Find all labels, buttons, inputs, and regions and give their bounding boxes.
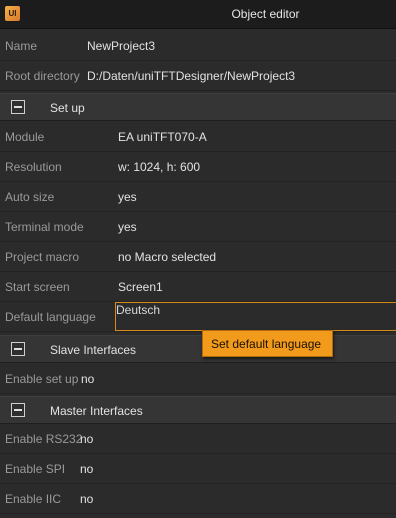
default-language-tooltip: Set default language [202,330,333,357]
resolution-row[interactable]: Resolution w: 1024, h: 600 [0,152,396,182]
module-value[interactable]: EA uniTFT070-A [118,130,207,144]
root-directory-row[interactable]: Root directory D:/Daten/uniTFTDesigner/N… [0,61,396,91]
tooltip-text: Set default language [211,337,322,351]
terminal-mode-value[interactable]: yes [118,220,137,234]
master-interfaces-header[interactable]: Master Interfaces [0,396,396,424]
terminal-mode-label: Terminal mode [5,220,84,234]
enable-setup-value[interactable]: no [81,372,94,386]
title-bar: UI Object editor [0,0,396,29]
enable-setup-label: Enable set up [5,372,79,386]
name-value[interactable]: NewProject3 [87,39,155,53]
enable-spi-label: Enable SPI [5,462,66,476]
collapse-icon[interactable] [11,342,25,356]
name-label: Name [5,39,38,53]
root-directory-value[interactable]: D:/Daten/uniTFTDesigner/NewProject3 [87,69,295,83]
slave-interfaces-title: Slave Interfaces [50,343,137,357]
enable-rs232-value[interactable]: no [80,432,93,446]
setup-section-header[interactable]: Set up [0,93,396,121]
slave-interfaces-header[interactable]: Slave Interfaces [0,335,396,363]
name-row[interactable]: Name NewProject3 [0,31,396,61]
terminal-mode-row[interactable]: Terminal mode yes [0,212,396,242]
enable-iic-value[interactable]: no [80,492,93,506]
auto-size-value[interactable]: yes [118,190,137,204]
master-interfaces-title: Master Interfaces [50,404,143,418]
enable-rs232-row[interactable]: Enable RS232 no [0,424,396,454]
default-language-label: Default language [5,310,96,324]
module-row[interactable]: Module EA uniTFT070-A [0,122,396,152]
collapse-icon[interactable] [11,100,25,114]
collapse-icon[interactable] [11,403,25,417]
enable-iic-row[interactable]: Enable IIC no [0,484,396,514]
auto-size-label: Auto size [5,190,55,204]
default-language-select[interactable]: Deutsch [115,302,396,331]
project-macro-label: Project macro [5,250,80,264]
enable-iic-label: Enable IIC [5,492,62,506]
enable-spi-value[interactable]: no [80,462,93,476]
enable-setup-row[interactable]: Enable set up no [0,364,396,394]
module-label: Module [5,130,45,144]
default-language-value: Deutsch [116,303,161,317]
enable-rs232-label: Enable RS232 [5,432,83,446]
resolution-label: Resolution [5,160,62,174]
project-macro-value[interactable]: no Macro selected [118,250,216,264]
auto-size-row[interactable]: Auto size yes [0,182,396,212]
root-directory-label: Root directory [5,69,80,83]
window-title: Object editor [231,7,300,21]
start-screen-label: Start screen [5,280,70,294]
resolution-value[interactable]: w: 1024, h: 600 [118,160,200,174]
enable-spi-row[interactable]: Enable SPI no [0,454,396,484]
start-screen-value[interactable]: Screen1 [118,280,163,294]
project-macro-row[interactable]: Project macro no Macro selected [0,242,396,272]
setup-section-title: Set up [50,101,85,115]
start-screen-row[interactable]: Start screen Screen1 [0,272,396,302]
